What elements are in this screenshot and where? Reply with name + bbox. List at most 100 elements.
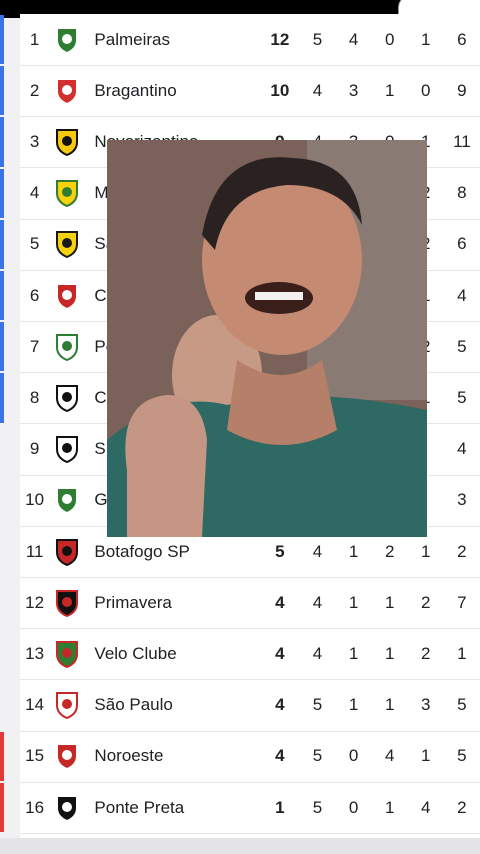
position-number: 14 [25,695,45,715]
stat-e: 1 [384,797,395,817]
relegation-zone-marker [0,731,4,781]
stat-pj: 4 [312,592,323,612]
stat-sg: 8 [457,183,467,203]
stat-pts: 4 [275,695,285,715]
promotion-zone-marker [0,168,4,218]
stat-d: 1 [421,29,431,49]
position-number: 11 [25,541,44,561]
position-number: 4 [29,183,40,203]
team-name: Botafogo SP [94,541,190,561]
stat-pj: 5 [312,695,323,715]
team-crest-icon [49,793,84,823]
stat-v: 0 [348,797,359,817]
stat-v: 4 [348,29,359,49]
stat-e: 1 [384,643,395,663]
team-crest-icon [49,229,84,259]
team-name: Bragantino [94,80,177,100]
position-number: 2 [29,80,40,100]
stat-pj: 5 [312,797,323,817]
stat-v: 0 [348,746,359,766]
team-crest-icon [49,281,84,311]
bottom-bar [0,838,480,854]
stat-pj: 5 [312,29,323,49]
stat-d: 2 [421,592,431,612]
promotion-zone-marker [0,322,4,372]
position-number: 13 [25,643,45,663]
stat-e: 1 [384,80,395,100]
stat-e: 2 [384,541,395,561]
position-number: 6 [29,285,40,305]
position-number: 7 [29,336,40,356]
team-name: Ponte Preta [94,797,185,817]
team-name: Primavera [94,592,172,612]
team-crest-icon [49,383,84,413]
stat-sg: 7 [457,592,467,612]
team-name: Noroeste [94,746,164,766]
stat-pts: 10 [270,80,290,100]
promotion-zone-marker [0,219,4,269]
stat-d: 3 [421,695,431,715]
team-crest-icon [49,332,84,362]
stat-sg: 11 [453,131,471,151]
table-row[interactable]: 13 Velo Clube 4 4 1 1 2 1 [20,628,480,681]
stat-sg: 1 [457,643,467,663]
stat-sg: 6 [457,234,467,254]
stat-d: 2 [421,643,431,663]
stat-pj: 4 [312,643,323,663]
stat-d: 0 [421,80,431,100]
promotion-zone-marker [0,15,4,65]
position-number: 1 [29,29,40,49]
stat-v: 1 [348,541,359,561]
team-crest-icon [49,485,84,515]
team-crest-icon [49,178,84,208]
team-name: Velo Clube [94,643,177,663]
table-row[interactable]: 15 Noroeste 4 5 0 4 1 5 [20,731,480,783]
position-number: 15 [25,746,45,766]
stat-sg: 9 [457,80,467,100]
stat-v: 1 [348,695,359,715]
team-crest-icon [49,127,84,157]
stat-v: 3 [348,80,359,100]
stat-pj: 5 [312,746,323,766]
position-number: 10 [25,490,45,510]
stat-sg: 5 [457,695,467,715]
stat-sg: 3 [457,490,467,510]
team-crest-icon [49,537,84,567]
stat-pj: 4 [312,80,323,100]
team-crest-icon [49,690,84,720]
team-crest-icon [49,639,84,669]
stat-sg: 6 [457,29,467,49]
person-illustration [107,140,427,537]
team-crest-icon [49,434,84,464]
position-number: 8 [29,387,40,407]
stat-d: 4 [421,797,431,817]
position-number: 12 [25,592,45,612]
stat-pj: 4 [312,541,323,561]
stat-e: 0 [384,29,395,49]
position-number: 9 [29,439,40,459]
position-number: 3 [29,131,40,151]
team-crest-icon [49,76,84,106]
promotion-zone-marker [0,66,4,116]
stat-e: 4 [384,746,395,766]
team-crest-icon [49,25,84,55]
position-number: 16 [25,797,45,817]
stat-sg: 2 [457,541,467,561]
stat-pts: 4 [275,643,285,663]
stat-pts: 4 [275,592,285,612]
promotion-zone-marker [0,117,4,167]
table-row[interactable]: 14 São Paulo 4 5 1 1 3 5 [20,680,480,732]
table-row[interactable]: 1 Palmeiras 12 5 4 0 1 6 [20,14,480,66]
stat-d: 1 [421,541,431,561]
stat-sg: 5 [457,336,467,356]
position-number: 5 [29,234,40,254]
table-row[interactable]: 12 Primavera 4 4 1 1 2 7 [20,577,480,630]
promotion-zone-marker [0,373,4,423]
team-crest-icon [49,741,84,771]
table-row[interactable]: 16 Ponte Preta 1 5 0 1 4 2 [20,782,480,834]
relegation-zone-marker [0,783,4,833]
promotion-zone-marker [0,271,4,321]
stat-sg: 4 [457,285,467,305]
person-photo-overlay [107,140,427,537]
table-row[interactable]: 2 Bragantino 10 4 3 1 0 9 [20,65,480,118]
